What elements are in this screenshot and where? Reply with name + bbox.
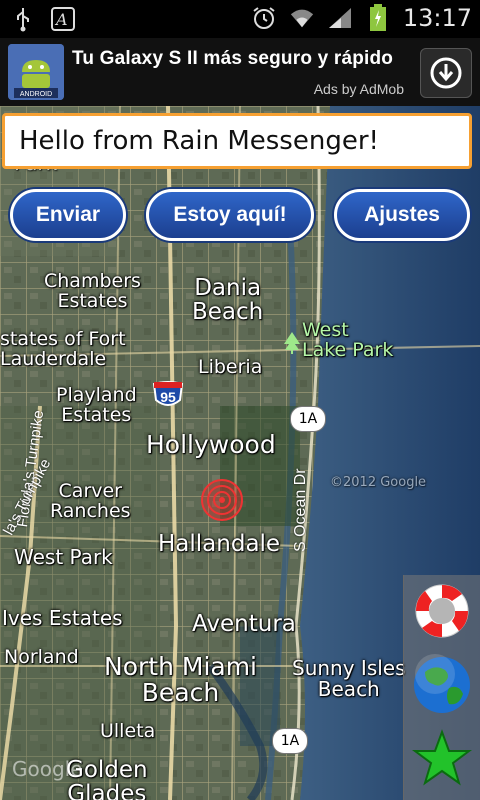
- ad-byline: Ads by AdMob: [313, 81, 404, 97]
- message-field[interactable]: [2, 113, 472, 169]
- send-button[interactable]: Enviar: [10, 189, 126, 241]
- map-label-sunny-isles-beach: Sunny Isles Beach: [292, 656, 406, 701]
- signal-icon: [327, 5, 353, 31]
- status-bar: A 13:17: [0, 0, 480, 38]
- svg-text:95: 95: [160, 389, 176, 405]
- message-input[interactable]: [5, 116, 469, 166]
- map-label-ocean-dr: S Ocean Dr: [292, 468, 309, 552]
- map-label-dania-beach: Dania Beach: [192, 275, 264, 326]
- a1a-shield-south: 1A: [272, 728, 308, 754]
- map-label-carver-ranches: Carver Ranches: [50, 480, 131, 522]
- map-label-norland: Norland: [4, 646, 79, 668]
- ad-title[interactable]: Tu Galaxy S II más seguro y rápido: [72, 48, 393, 70]
- google-watermark: Google: [12, 757, 83, 781]
- map-label-chambers-estates: Chambers Estates: [44, 270, 141, 312]
- battery-icon: [365, 4, 391, 31]
- map-label-fort-lauderdale: states of Fort Lauderdale: [0, 328, 126, 370]
- side-panel: [403, 575, 480, 800]
- map-label-ulleta: Ulleta: [100, 720, 156, 742]
- usb-icon: [10, 6, 36, 32]
- map-label-aventura: Aventura: [192, 611, 296, 637]
- clock: 13:17: [402, 4, 472, 32]
- globe-icon[interactable]: [410, 653, 474, 717]
- svg-text:A: A: [54, 10, 68, 29]
- settings-button[interactable]: Ajustes: [334, 189, 470, 241]
- map-label-north-miami-beach: North Miami Beach: [104, 652, 258, 708]
- wifi-icon: [289, 5, 315, 31]
- android-logo: ANDROID: [8, 44, 64, 100]
- map-label-hollywood: Hollywood: [146, 430, 276, 459]
- location-marker-icon[interactable]: [200, 478, 244, 527]
- im-here-button[interactable]: Estoy aquí!: [146, 189, 314, 241]
- map-label-west-park: West Park: [14, 545, 113, 569]
- lifebuoy-icon[interactable]: [410, 579, 474, 643]
- download-button[interactable]: [420, 48, 472, 98]
- keyboard-icon: A: [50, 6, 76, 32]
- ad-banner[interactable]: ANDROID Tu Galaxy S II más seguro y rápi…: [0, 38, 480, 107]
- map-label-liberia: Liberia: [198, 356, 263, 378]
- map-label-ives-estates: Ives Estates: [2, 606, 123, 630]
- i95-shield: 95: [152, 380, 184, 410]
- map-copyright: ©2012 Google: [330, 475, 427, 490]
- map-label-hallandale: Hallandale: [158, 531, 281, 557]
- star-icon[interactable]: [410, 727, 474, 791]
- download-icon: [430, 57, 462, 89]
- alarm-icon: [251, 5, 277, 31]
- park-tree-icon: [282, 330, 302, 358]
- a1a-shield-north: 1A: [290, 406, 326, 432]
- map-label-playland-estates: Playland Estates: [56, 384, 137, 426]
- svg-text:ANDROID: ANDROID: [20, 91, 52, 98]
- map-label-west-lake-park: West Lake Park: [302, 319, 394, 361]
